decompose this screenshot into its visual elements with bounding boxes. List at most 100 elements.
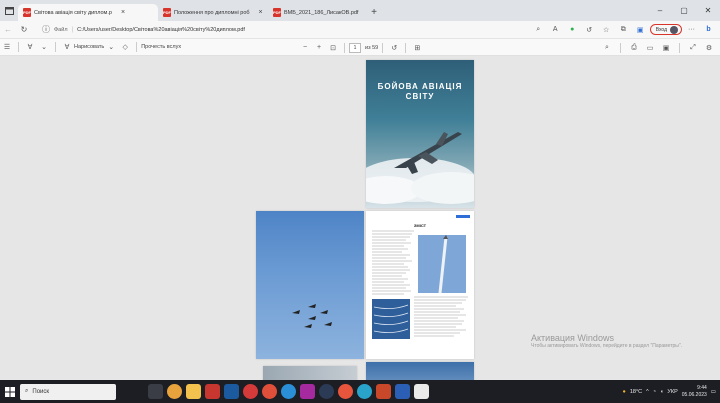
- search-icon[interactable]: ⌕: [600, 39, 614, 56]
- steam-icon[interactable]: [319, 384, 334, 399]
- refresh-icon[interactable]: ↻: [16, 21, 32, 38]
- fighter-jet-image: [366, 132, 474, 204]
- pdf-page-contents: ЗМІСТ: [366, 211, 474, 359]
- file-explorer-icon[interactable]: [186, 384, 201, 399]
- save-as-icon[interactable]: ▣: [659, 39, 673, 56]
- zoom-out-icon[interactable]: −: [298, 39, 312, 56]
- pdf-icon: PDF: [23, 8, 31, 17]
- divider: [55, 42, 56, 52]
- eraser-icon[interactable]: ◇: [118, 39, 132, 56]
- task-view-icon[interactable]: [148, 384, 163, 399]
- taskbar: ⌕ Поиск ● 18°C ^ ◔ ◖ УКР 9:44 05.06.2023…: [0, 380, 720, 403]
- save-icon[interactable]: ▭: [643, 39, 657, 56]
- divider: [344, 42, 345, 53]
- language-indicator[interactable]: УКР: [667, 389, 677, 395]
- tab-label: Світова авіація світу диплом.p: [34, 9, 112, 16]
- divider: [405, 42, 407, 53]
- divider: [620, 42, 621, 53]
- clock[interactable]: 9:44 05.06.2023: [682, 385, 707, 399]
- divider: [18, 42, 19, 52]
- network-icon[interactable]: ◔: [653, 389, 656, 395]
- windows-start-icon[interactable]: [0, 380, 20, 403]
- clock-time: 9:44: [697, 384, 707, 391]
- chrome-icon[interactable]: [167, 384, 182, 399]
- chrome-alt-icon[interactable]: [262, 384, 277, 399]
- url-field[interactable]: C:/Users/user/Desktop/Світова%20авіація%…: [77, 27, 245, 33]
- tab-label: Положення про дипломні роб: [174, 9, 250, 16]
- read-aloud-button[interactable]: Прочесть вслух: [141, 44, 181, 50]
- watermark-subtitle: Чтобы активировать Windows, перейдите в …: [531, 343, 683, 349]
- system-tray: ● 18°C ^ ◔ ◖ УКР 9:44 05.06.2023 ▭: [623, 380, 720, 403]
- zoom-in-icon[interactable]: +: [312, 39, 326, 56]
- signin-label: Вход: [655, 26, 667, 33]
- url-scheme-label: Файл: [54, 26, 68, 33]
- zoom-icon[interactable]: ⌕: [531, 21, 546, 38]
- profile-extension-icon[interactable]: ▣: [633, 21, 648, 38]
- notifications-icon[interactable]: ▭: [711, 389, 716, 395]
- read-aloud-icon[interactable]: A: [548, 21, 563, 38]
- page-total: из 59: [365, 44, 379, 51]
- pdf-page-aircraft-formation: [256, 211, 364, 359]
- divider: [382, 42, 384, 53]
- chevron-down-icon[interactable]: ⌄: [104, 39, 118, 56]
- toc-lines: [372, 230, 468, 339]
- extension-icon[interactable]: ●: [565, 21, 580, 38]
- page-view-icon[interactable]: ⊞: [410, 39, 424, 56]
- signin-button[interactable]: Вход: [649, 24, 682, 35]
- contents-icon[interactable]: ☰: [0, 39, 14, 56]
- pdf-icon: PDF: [273, 8, 281, 17]
- rotate-icon[interactable]: ↺: [387, 39, 401, 56]
- illustrator-icon[interactable]: [376, 384, 391, 399]
- address-bar: ← ↻ ⓘ Файл | C:/Users/user/Desktop/Світо…: [0, 21, 720, 38]
- highlight-icon[interactable]: ∀: [23, 39, 37, 56]
- pdf-icon: PDF: [163, 8, 171, 17]
- close-window-icon[interactable]: ✕: [696, 0, 720, 21]
- close-tab-icon[interactable]: ×: [259, 9, 263, 16]
- weather-temp[interactable]: 18°C: [630, 389, 642, 395]
- edge-active-icon[interactable]: [357, 384, 372, 399]
- more-icon[interactable]: ···: [684, 21, 699, 38]
- volume-icon[interactable]: ◖: [660, 389, 663, 395]
- settings-icon[interactable]: ⚙: [702, 39, 716, 56]
- window-menu-icon[interactable]: [0, 0, 18, 21]
- back-icon[interactable]: ←: [0, 21, 16, 38]
- formation-image: [292, 304, 332, 328]
- taskbar-search[interactable]: ⌕ Поиск: [20, 383, 116, 400]
- close-tab-icon[interactable]: ×: [121, 9, 125, 16]
- acrobat-icon[interactable]: [205, 384, 220, 399]
- page-number-input[interactable]: 1: [349, 42, 361, 53]
- tab-2[interactable]: PDF Положення про дипломні роб ×: [158, 4, 268, 21]
- refresh-extension-icon[interactable]: ↺: [582, 21, 597, 38]
- chevron-down-icon[interactable]: ⌄: [37, 39, 51, 56]
- minimize-icon[interactable]: –: [648, 0, 672, 21]
- expand-icon[interactable]: ⤢: [686, 39, 700, 56]
- copilot-icon[interactable]: b: [701, 21, 716, 38]
- collections-icon[interactable]: ⧉: [616, 21, 631, 38]
- avatar: [670, 25, 678, 34]
- yandex-icon[interactable]: [338, 384, 353, 399]
- app-icon[interactable]: [300, 384, 315, 399]
- opera-icon[interactable]: [243, 384, 258, 399]
- photoshop-icon[interactable]: [224, 384, 239, 399]
- print-icon[interactable]: ⎙: [627, 39, 641, 56]
- pdf-document-area[interactable]: БОЙОВА АВІАЦІЯ СВІТУ ЗМІСТ Активация Win…: [0, 56, 720, 380]
- draw-icon[interactable]: ∀: [60, 39, 74, 56]
- notes-icon[interactable]: [414, 384, 429, 399]
- activation-watermark: Активация Windows Чтобы активировать Win…: [531, 333, 711, 350]
- watermark-title: Активация Windows: [531, 333, 614, 343]
- tab-bar: PDF Світова авіація світу диплом.p × PDF…: [0, 0, 720, 21]
- tab-1[interactable]: PDF Світова авіація світу диплом.p ×: [18, 4, 158, 21]
- tray-chevron-icon[interactable]: ^: [646, 389, 649, 395]
- favorite-icon[interactable]: ☆: [599, 21, 614, 38]
- pdf-page-cover: БОЙОВА АВІАЦІЯ СВІТУ: [366, 60, 474, 208]
- fit-page-icon[interactable]: ⊡: [326, 39, 340, 56]
- weather-icon[interactable]: ●: [623, 389, 626, 395]
- divider: [136, 42, 138, 52]
- draw-button[interactable]: Нарисовать: [74, 44, 104, 50]
- maximize-icon[interactable]: ▢: [672, 0, 696, 21]
- info-icon[interactable]: ⓘ: [38, 21, 54, 38]
- edge-icon[interactable]: [281, 384, 296, 399]
- word-icon[interactable]: [395, 384, 410, 399]
- new-tab-button[interactable]: +: [366, 4, 382, 21]
- tab-3[interactable]: PDF ВМБ_2021_186_ЛисакОВ.pdf ×: [268, 4, 366, 21]
